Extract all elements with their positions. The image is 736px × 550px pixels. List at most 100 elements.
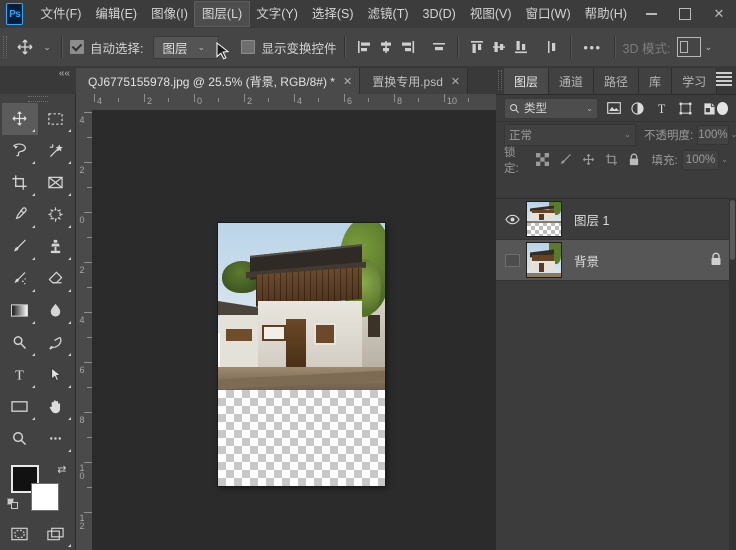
align-bottom-icon[interactable] (510, 35, 532, 59)
menu-type[interactable]: 文字(Y) (249, 2, 305, 26)
path-selection-tool[interactable] (38, 359, 74, 391)
shape-filter-icon[interactable] (678, 101, 693, 116)
menu-window[interactable]: 窗口(W) (519, 2, 578, 26)
tab-libraries[interactable]: 库 (639, 68, 673, 94)
menu-layer[interactable]: 图层(L) (193, 1, 251, 27)
type-tool[interactable]: T (2, 359, 38, 391)
screen-mode-icon[interactable] (38, 518, 74, 550)
magic-wand-tool[interactable] (38, 135, 74, 167)
tool-preset-chevron-down-icon[interactable]: ⌄ (40, 32, 54, 62)
layer-name[interactable]: 图层 1 (574, 210, 736, 229)
spot-healing-brush-tool[interactable] (38, 199, 74, 231)
table-row[interactable]: 图层 1 (496, 199, 736, 240)
quick-mask-icon[interactable] (2, 518, 38, 550)
swap-colors-icon[interactable]: ⇄ (57, 463, 66, 476)
menu-image[interactable]: 图像(I) (144, 2, 195, 26)
fill-value[interactable]: 100% (681, 149, 720, 170)
vertical-ruler[interactable]: 4 2 0 2 4 6 8 10 12 (76, 110, 93, 550)
document-tab-2[interactable]: 置换专用.psd ✕ (360, 68, 469, 94)
layer-name[interactable]: 背景 (574, 251, 710, 270)
document-canvas[interactable] (218, 223, 385, 486)
auto-select-checkbox-box[interactable] (70, 40, 84, 54)
menu-filter[interactable]: 滤镜(T) (361, 2, 416, 26)
auto-select-checkbox[interactable]: 自动选择: (70, 38, 143, 57)
panel-scrollbar[interactable] (729, 198, 736, 550)
pen-tool[interactable] (38, 327, 74, 359)
menu-3d[interactable]: 3D(D) (416, 2, 463, 26)
tab-layers[interactable]: 图层 (504, 68, 550, 94)
show-transform-checkbox-box[interactable] (241, 40, 256, 54)
blur-tool[interactable] (38, 295, 74, 327)
opacity-chevron-down-icon[interactable]: ⌄ (731, 130, 736, 139)
mode-3d-button[interactable] (677, 37, 702, 57)
fill-chevron-down-icon[interactable]: ⌄ (721, 155, 728, 164)
table-row[interactable]: 背景 (496, 240, 736, 281)
minimize-button[interactable] (634, 0, 668, 28)
more-options-button[interactable]: ••• (579, 35, 607, 59)
close-button[interactable]: ✕ (702, 0, 736, 28)
default-colors-icon[interactable] (6, 498, 19, 510)
clone-stamp-tool[interactable] (38, 231, 74, 263)
align-center-h-icon[interactable] (375, 35, 397, 59)
filter-toggle-icon[interactable] (717, 101, 728, 115)
maximize-button[interactable] (668, 0, 702, 28)
tab-paths[interactable]: 路径 (594, 68, 640, 94)
menu-help[interactable]: 帮助(H) (578, 2, 634, 26)
ruler-corner[interactable] (76, 94, 93, 111)
menu-select[interactable]: 选择(S) (305, 2, 361, 26)
align-middle-v-icon[interactable] (488, 35, 510, 59)
frame-tool[interactable] (38, 167, 74, 199)
lasso-tool[interactable] (2, 135, 38, 167)
background-color-swatch[interactable] (30, 482, 59, 511)
layer-thumbnail[interactable] (526, 242, 562, 278)
gradient-tool[interactable] (2, 295, 38, 327)
edit-toolbar-tool[interactable] (38, 423, 74, 455)
zoom-tool[interactable] (2, 423, 38, 455)
hamburger-menu-icon[interactable] (716, 72, 732, 86)
show-transform-checkbox[interactable]: 显示变换控件 (241, 38, 337, 57)
distribute-v-icon[interactable] (541, 35, 563, 59)
layer-thumbnail[interactable] (526, 201, 562, 237)
close-icon[interactable]: ✕ (451, 75, 460, 88)
brush-tool[interactable] (2, 231, 38, 263)
crop-tool[interactable] (2, 167, 38, 199)
layer-visibility-toggle[interactable] (500, 199, 524, 240)
opacity-value[interactable]: 100% (697, 124, 729, 145)
align-right-icon[interactable] (397, 35, 419, 59)
adjustment-filter-icon[interactable] (630, 101, 645, 116)
lock-image-pixels-icon[interactable] (558, 152, 573, 167)
menu-edit[interactable]: 编辑(E) (88, 2, 144, 26)
layers-list[interactable]: 图层 1 背景 (496, 198, 736, 550)
lock-artboard-icon[interactable] (604, 152, 619, 167)
rectangular-marquee-tool[interactable] (38, 103, 74, 135)
menu-view[interactable]: 视图(V) (463, 2, 519, 26)
eyedropper-tool[interactable] (2, 199, 38, 231)
canvas-area[interactable]: 4 2 0 2 4 6 8 10 4 2 0 2 4 6 8 1 0 1 2 (76, 94, 496, 550)
menu-file[interactable]: 文件(F) (33, 2, 88, 26)
horizontal-ruler[interactable]: 4 2 0 2 4 6 8 10 (92, 94, 496, 111)
type-filter-icon[interactable]: T (654, 101, 669, 116)
dodge-tool[interactable] (2, 327, 38, 359)
auto-select-scope-dropdown[interactable]: 图层 ⌄ (153, 35, 220, 59)
lock-all-icon[interactable] (627, 152, 642, 167)
collapse-panels-button[interactable]: «« (0, 66, 76, 94)
pixel-filter-icon[interactable] (606, 101, 621, 116)
history-brush-tool[interactable] (2, 263, 38, 295)
align-top-icon[interactable] (466, 35, 488, 59)
align-left-icon[interactable] (353, 35, 375, 59)
tab-learn[interactable]: 学习 (672, 68, 718, 94)
lock-transparent-pixels-icon[interactable] (535, 152, 550, 167)
blend-mode-dropdown[interactable]: 正常 ⌄ (504, 123, 636, 146)
distribute-h-icon[interactable] (428, 35, 450, 59)
document-tab-1[interactable]: QJ6775155978.jpg @ 25.5% (背景, RGB/8#) * … (76, 68, 361, 94)
filter-type-dropdown[interactable]: 类型 ⌄ (504, 97, 598, 119)
move-tool[interactable] (1, 102, 38, 135)
lock-position-icon[interactable] (581, 152, 596, 167)
move-tool-icon[interactable] (10, 32, 40, 62)
rectangle-tool[interactable] (2, 391, 38, 423)
hand-tool[interactable] (38, 391, 74, 423)
eraser-tool[interactable] (38, 263, 74, 295)
mode-3d-chevron-down-icon[interactable]: ⌄ (701, 32, 715, 62)
layer-visibility-toggle[interactable] (500, 240, 524, 281)
tab-channels[interactable]: 通道 (549, 68, 595, 94)
